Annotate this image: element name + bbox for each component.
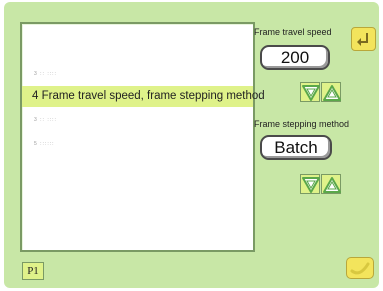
travel-speed-down-button[interactable]: [300, 82, 320, 102]
stepping-method-value: Batch: [260, 135, 332, 160]
up-arrow-icon: [323, 177, 341, 193]
travel-speed-up-button[interactable]: [321, 82, 341, 102]
travel-speed-label: Frame travel speed: [254, 27, 332, 37]
list-item[interactable]: 3 :: ::::: [34, 71, 57, 77]
stepping-method-up-button[interactable]: [321, 174, 341, 194]
list-item[interactable]: 5 ::::::: [34, 141, 55, 147]
item-list[interactable]: 3 :: :::: 4 Frame travel speed, frame st…: [20, 22, 265, 252]
confirm-icon: [350, 262, 370, 275]
stepping-method-down-button[interactable]: [300, 174, 320, 194]
confirm-button[interactable]: [346, 257, 374, 279]
up-arrow-icon: [323, 85, 341, 101]
screen: 3 :: :::: 4 Frame travel speed, frame st…: [4, 2, 379, 288]
return-icon: [357, 33, 368, 46]
stepping-method-label: Frame stepping method: [254, 119, 350, 129]
page-tab[interactable]: P1: [22, 262, 44, 280]
down-arrow-icon: [302, 85, 320, 101]
list-item-selected[interactable]: 4 Frame travel speed, frame stepping met…: [22, 86, 265, 107]
return-button[interactable]: [351, 27, 376, 51]
travel-speed-value: 200: [260, 45, 330, 70]
down-arrow-icon: [302, 177, 320, 193]
list-item[interactable]: 3 :: ::::: [34, 117, 57, 123]
